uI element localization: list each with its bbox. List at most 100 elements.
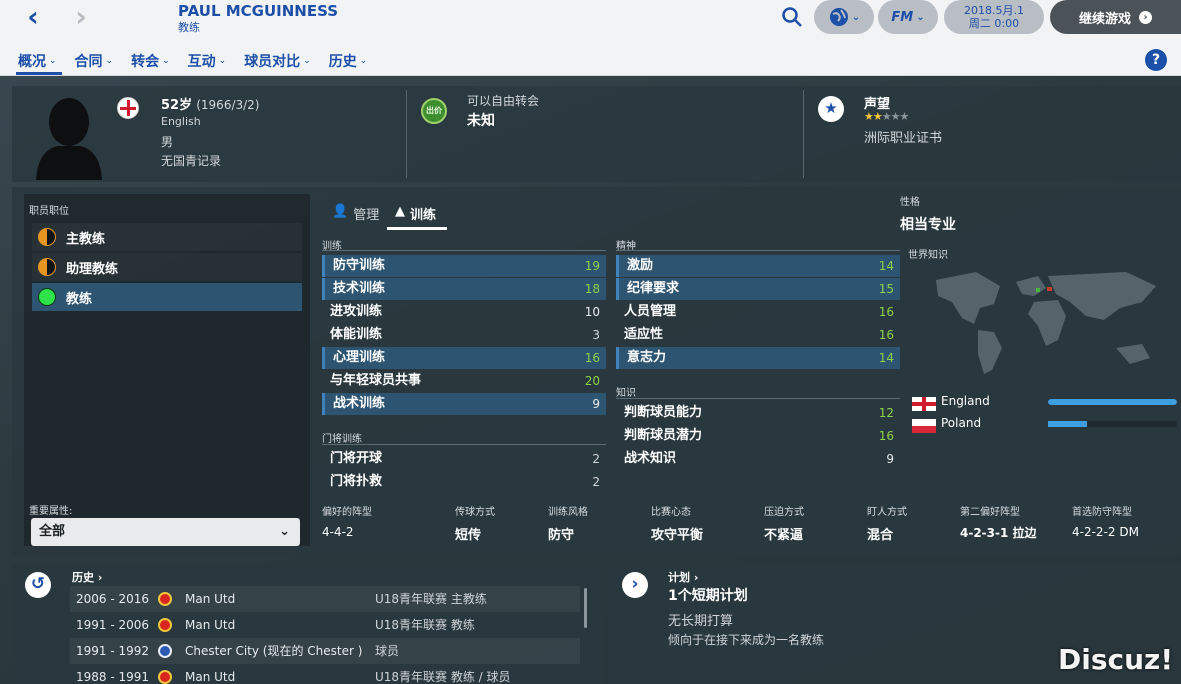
poland-flag-icon: [912, 418, 936, 433]
attr-value: 16: [878, 305, 894, 319]
attr-label: 判断球员能力: [624, 405, 703, 420]
divider: [803, 90, 804, 178]
attr-label: 纪律要求: [627, 281, 680, 296]
history-role: 球员: [375, 644, 400, 658]
history-row[interactable]: 1991 - 1992 Chester City (现在的 Chester ) …: [70, 638, 580, 664]
chevron-down-icon: ⌄: [162, 56, 170, 66]
forward-arrow-icon[interactable]: ›: [70, 3, 92, 32]
attr-gk-distribution: 门将开球 2: [322, 448, 606, 470]
attr-label: 门将开球: [330, 451, 383, 466]
select-value: 全部: [39, 524, 66, 539]
plan-tendency: 倾向于在接下来成为一名教练: [668, 633, 825, 647]
attr-label: 战术训练: [333, 396, 386, 411]
divider: [322, 444, 606, 445]
fm-menu-button[interactable]: FM ⌄: [878, 0, 938, 34]
knowledge-bar-track: [1048, 399, 1177, 405]
history-years: 2006 - 2016: [76, 592, 150, 606]
attr-mental-training: 心理训练 16: [322, 347, 606, 369]
attr-label: 适应性: [624, 327, 664, 342]
club-crest-icon: [158, 644, 172, 658]
attr-label: 战术知识: [624, 451, 677, 466]
tab-contract[interactable]: 合同 ⌄: [75, 51, 114, 71]
tab-compare[interactable]: 球员对比 ⌄: [244, 51, 311, 71]
world-knowledge-title: 世界知识: [908, 250, 948, 261]
country-name: Poland: [941, 416, 982, 430]
club-crest-icon: [158, 592, 172, 606]
pref-value: 不紧逼: [764, 528, 804, 543]
important-attributes-select[interactable]: 全部 ⌄: [31, 518, 300, 546]
chevron-down-icon: ⌄: [105, 56, 114, 66]
history-role: U18青年联赛 教练: [375, 618, 475, 632]
attr-label: 激励: [627, 258, 654, 273]
history-club: Man Utd: [185, 592, 236, 606]
attr-attacking-training: 进攻训练 10: [322, 301, 606, 323]
attr-fitness-training: 体能训练 3: [322, 324, 606, 346]
attr-defending-training: 防守训练 19: [322, 255, 606, 277]
plan-title[interactable]: 计划 ›: [668, 569, 698, 585]
attr-value: 15: [878, 282, 894, 296]
birth-date: (1966/3/2): [196, 98, 260, 112]
subtab-label: 训练: [410, 208, 437, 223]
tab-transfer[interactable]: 转会 ⌄: [131, 51, 170, 71]
attr-value: 18: [584, 282, 600, 296]
back-arrow-icon[interactable]: ‹: [22, 3, 44, 32]
half-circle-icon: [38, 228, 56, 246]
important-attributes-label: 重要属性:: [29, 506, 73, 517]
england-marker: [1036, 288, 1040, 292]
active-subtab-underline: [387, 227, 447, 230]
history-icon[interactable]: ↺: [25, 572, 51, 598]
attr-man-management: 人员管理 16: [616, 301, 900, 323]
history-row[interactable]: 2006 - 2016 Man Utd U18青年联赛 主教练: [70, 586, 580, 612]
plan-arrow-icon[interactable]: ›: [622, 572, 648, 598]
plan-headline: 1个短期计划: [668, 588, 748, 604]
tab-label: 合同: [74, 54, 103, 70]
people-icon: 👤: [332, 204, 349, 219]
youth-record: 无国青记录: [161, 154, 222, 168]
personality-value: 相当专业: [900, 217, 956, 233]
continue-button[interactable]: 继续游戏 ›: [1050, 0, 1181, 34]
attr-value: 14: [878, 351, 894, 365]
pref-label: 压迫方式: [764, 507, 804, 518]
pref-label: 第二偏好阵型: [960, 507, 1020, 518]
watermark: Discuz!: [1058, 643, 1174, 676]
person-role: 教练: [178, 21, 200, 34]
chevron-down-icon: ⌄: [303, 56, 311, 66]
attr-judging-potential: 判断球员潜力 16: [616, 425, 900, 447]
subtab-manage[interactable]: 👤 管理: [332, 204, 379, 223]
attr-gk-shot-stopping: 门将扑救 2: [322, 471, 606, 493]
world-menu-button[interactable]: ⌄: [814, 0, 874, 34]
attr-value: 9: [592, 397, 600, 411]
attr-determination: 意志力 14: [616, 347, 900, 369]
role-assistant-coach[interactable]: 助理教练: [32, 253, 302, 281]
history-scrollbar[interactable]: [584, 588, 587, 628]
search-icon[interactable]: [781, 6, 803, 28]
chevron-down-icon: ⌄: [49, 56, 57, 66]
bid-button[interactable]: 出价: [421, 98, 447, 124]
role-coach[interactable]: 教练: [32, 283, 302, 311]
history-row[interactable]: 1988 - 1991 Man Utd U18青年联赛 教练 / 球员: [70, 664, 580, 684]
active-tab-underline: [16, 72, 62, 75]
attr-value: 16: [584, 351, 600, 365]
history-row[interactable]: 1991 - 2006 Man Utd U18青年联赛 教练: [70, 612, 580, 638]
attr-label: 人员管理: [624, 304, 677, 319]
pref-label: 盯人方式: [867, 507, 907, 518]
attr-value: 12: [878, 406, 894, 420]
history-role: U18青年联赛 主教练: [375, 592, 487, 606]
help-icon[interactable]: ?: [1145, 49, 1167, 71]
role-head-coach[interactable]: 主教练: [32, 223, 302, 251]
divider: [616, 250, 900, 251]
transfer-status-value: 未知: [467, 113, 495, 129]
pref-label: 偏好的阵型: [322, 507, 372, 518]
pref-label: 传球方式: [455, 507, 495, 518]
pref-value: 攻守平衡: [651, 528, 704, 543]
tab-history[interactable]: 历史 ⌄: [329, 51, 368, 71]
history-title[interactable]: 历史 ›: [72, 569, 102, 585]
tab-interaction[interactable]: 互动 ⌄: [188, 51, 227, 71]
attr-label: 心理训练: [333, 350, 386, 365]
subtab-training[interactable]: ▲ 训练: [395, 204, 436, 223]
date-display[interactable]: 2018.5月.1 周二 0:00: [944, 0, 1044, 34]
divider: [616, 398, 900, 399]
history-club: Man Utd: [185, 618, 236, 632]
tab-overview[interactable]: 概况 ⌄: [18, 51, 57, 71]
world-map: [936, 272, 1156, 374]
